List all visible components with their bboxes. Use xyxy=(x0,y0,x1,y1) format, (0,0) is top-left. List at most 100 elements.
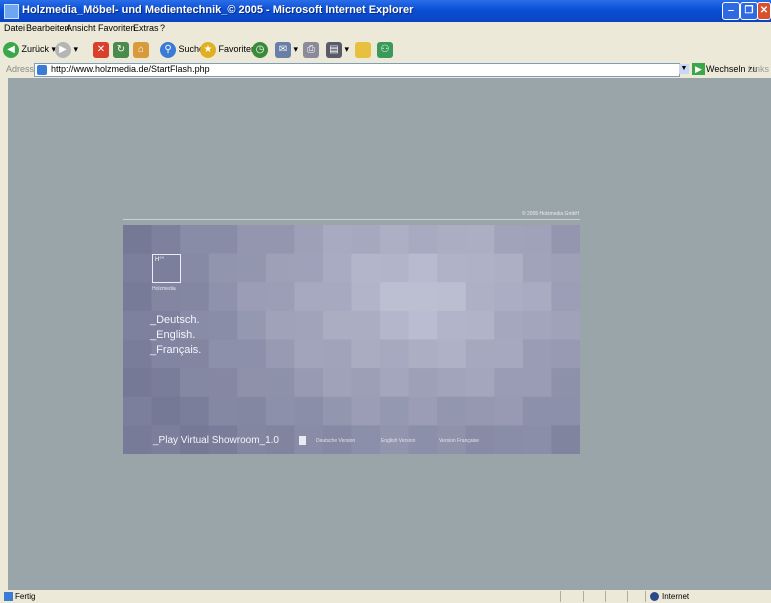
mosaic-tile xyxy=(522,310,552,340)
mosaic-tile xyxy=(208,225,238,255)
mosaic-tile xyxy=(551,225,580,255)
go-button[interactable]: ▶ xyxy=(692,63,705,75)
mosaic-tile xyxy=(551,425,580,454)
language-english-link[interactable]: _English. xyxy=(150,329,195,341)
page-icon xyxy=(37,65,47,75)
language-francais-link[interactable]: _Français. xyxy=(150,344,201,356)
deutsche-version-link[interactable]: Deutsche Version xyxy=(316,438,355,444)
mosaic-tile xyxy=(237,396,267,426)
mosaic-tile xyxy=(294,310,324,340)
mosaic-tile xyxy=(351,253,381,283)
mosaic-tile xyxy=(294,368,324,398)
mosaic-tile xyxy=(208,368,238,398)
mosaic-tile xyxy=(351,396,381,426)
mosaic-tile xyxy=(265,396,295,426)
mosaic-tile xyxy=(237,310,267,340)
play-showroom-link[interactable]: _Play Virtual Showroom_1.0 xyxy=(153,435,279,446)
back-button[interactable]: ◀ Zurück ▾ xyxy=(3,40,56,58)
mosaic-tile xyxy=(237,339,267,369)
status-divider xyxy=(627,591,628,602)
mosaic-tile xyxy=(351,425,381,454)
folder-icon xyxy=(355,41,371,58)
minimize-button[interactable]: ‒ xyxy=(722,2,740,20)
refresh-button[interactable]: ↻ xyxy=(113,40,129,58)
mosaic-tile xyxy=(123,282,153,312)
copyright-text: © 2005 Holzmedia GmbH xyxy=(521,211,579,217)
stop-button[interactable]: ✕ xyxy=(93,40,109,58)
status-divider xyxy=(583,591,584,602)
mosaic-tile xyxy=(123,253,153,283)
zone-label: Internet xyxy=(662,592,690,601)
edit-button[interactable]: ▤ ▾ xyxy=(326,40,349,58)
address-dropdown-button[interactable]: ▼ xyxy=(679,64,689,74)
language-deutsch-link[interactable]: _Deutsch. xyxy=(150,314,200,326)
links-button[interactable]: Links xyxy=(748,64,769,74)
forward-button[interactable]: ▶ ▾ xyxy=(55,40,78,58)
mosaic-tile xyxy=(494,225,524,255)
mosaic-tile xyxy=(522,368,552,398)
english-version-link[interactable]: English Version xyxy=(381,438,415,444)
messenger-button[interactable]: ⚇ xyxy=(377,40,393,58)
mosaic-tile xyxy=(408,282,438,312)
mosaic-tile xyxy=(123,425,153,454)
mosaic-tile xyxy=(351,310,381,340)
folder-button[interactable] xyxy=(355,40,371,58)
status-bar: Fertig Internet xyxy=(0,590,771,603)
close-button[interactable]: ✕ xyxy=(757,2,771,20)
mosaic-tile xyxy=(380,253,410,283)
toolbar: ◀ Zurück ▾ ▶ ▾ ✕ ↻ ⌂ ⚲ Suchen ★ Favorite… xyxy=(0,36,771,62)
mosaic-tile xyxy=(322,225,352,255)
mosaic-tile xyxy=(494,282,524,312)
maximize-button[interactable]: ❐ xyxy=(740,2,758,20)
mosaic-tile xyxy=(294,253,324,283)
play-icon[interactable] xyxy=(299,436,306,445)
mosaic-tile xyxy=(265,282,295,312)
mosaic-tile xyxy=(380,368,410,398)
menu-file[interactable]: Datei xyxy=(4,23,25,33)
mosaic-tile xyxy=(408,368,438,398)
mosaic-tile xyxy=(180,253,210,283)
mosaic-tile xyxy=(294,282,324,312)
mosaic-tile xyxy=(465,310,495,340)
mosaic-tile xyxy=(351,368,381,398)
menu-view[interactable]: Ansicht xyxy=(66,23,96,33)
star-icon: ★ xyxy=(200,41,216,58)
mosaic-tile xyxy=(551,368,580,398)
home-icon: ⌂ xyxy=(133,41,149,58)
address-url: http://www.holzmedia.de/StartFlash.php xyxy=(51,64,210,74)
mosaic-tile xyxy=(408,310,438,340)
mosaic-tile xyxy=(123,396,153,426)
menu-favorites[interactable]: Favoriten xyxy=(98,23,136,33)
mosaic-tile xyxy=(322,253,352,283)
history-icon: ◷ xyxy=(252,41,268,58)
menu-edit[interactable]: Bearbeiten xyxy=(26,23,70,33)
history-button[interactable]: ◷ xyxy=(252,40,268,58)
mosaic-tile xyxy=(351,225,381,255)
mosaic-tile xyxy=(380,282,410,312)
home-button[interactable]: ⌂ xyxy=(133,40,149,58)
mosaic-tile xyxy=(522,282,552,312)
title-bar: Holzmedia_Möbel- und Medientechnik_© 200… xyxy=(0,0,771,22)
version-francaise-link[interactable]: Version Française xyxy=(439,438,479,444)
mosaic-tile xyxy=(294,396,324,426)
mail-button[interactable]: ✉ ▾ xyxy=(275,40,298,58)
status-text: Fertig xyxy=(15,592,36,601)
logo-name: Holzmedia xyxy=(152,286,176,292)
mosaic-tile xyxy=(465,253,495,283)
mosaic-tile xyxy=(351,282,381,312)
mosaic-tile xyxy=(208,396,238,426)
status-divider xyxy=(605,591,606,602)
mosaic-tile xyxy=(265,339,295,369)
address-bar: Adresse http://www.holzmedia.de/StartFla… xyxy=(0,62,771,77)
mosaic-tile xyxy=(237,253,267,283)
favorites-button[interactable]: ★ Favoriten xyxy=(200,40,256,58)
menu-tools[interactable]: Extras xyxy=(133,23,159,33)
mosaic-tile xyxy=(151,225,181,255)
menu-help[interactable]: ? xyxy=(160,23,165,33)
mosaic-tile xyxy=(465,225,495,255)
address-input[interactable]: http://www.holzmedia.de/StartFlash.php xyxy=(34,63,680,77)
flash-intro-panel[interactable]: H°° Holzmedia _Deutsch. _English. _Franç… xyxy=(123,225,580,454)
print-button[interactable]: ⎙ xyxy=(303,40,319,58)
forward-arrow-icon: ▶ xyxy=(55,41,71,58)
mosaic-tile xyxy=(551,339,580,369)
